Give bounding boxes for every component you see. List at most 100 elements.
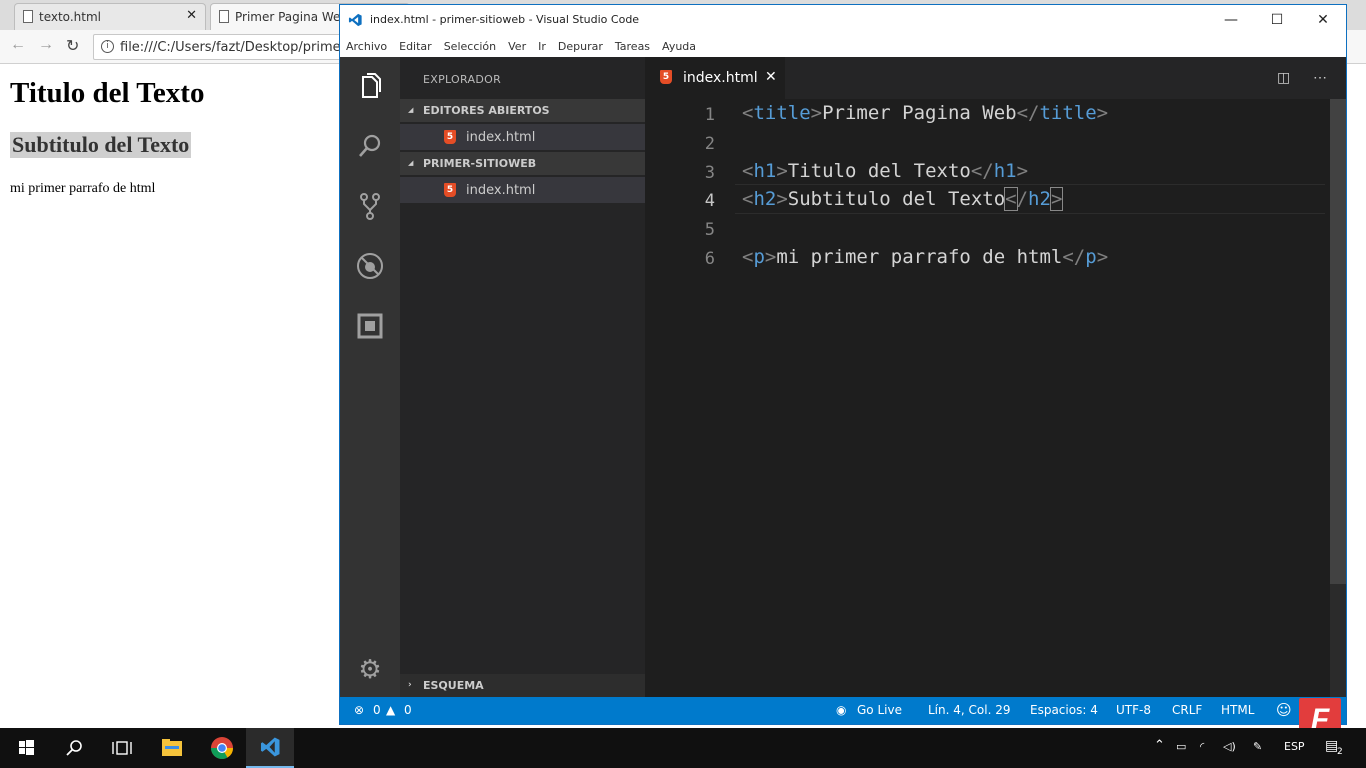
- tag-name: title: [1039, 102, 1097, 124]
- code-text: Subtitulo del Texto: [787, 188, 1006, 210]
- open-editor-index[interactable]: 5 index.html: [400, 124, 645, 150]
- editor-tab-label: index.html: [683, 70, 758, 86]
- forward-arrow-icon[interactable]: →: [38, 36, 54, 54]
- line-number: 2: [704, 134, 715, 154]
- smiley-feedback-icon[interactable]: ☺: [1276, 701, 1292, 719]
- menu-bar: Archivo Editar Selección Ver Ir Depurar …: [340, 35, 1346, 57]
- info-icon[interactable]: i: [101, 40, 114, 53]
- language-mode[interactable]: HTML: [1221, 703, 1254, 717]
- html5-file-icon: 5: [444, 183, 456, 197]
- broadcast-icon: ◉: [836, 703, 847, 717]
- code-line-3: <h1>Titulo del Texto</h1>: [742, 160, 1029, 182]
- folder-label: PRIMER-SITIOWEB: [423, 157, 537, 170]
- chevron-right-icon: ›: [408, 680, 412, 690]
- debug-icon[interactable]: [355, 251, 385, 281]
- maximize-icon[interactable]: ☐: [1262, 9, 1292, 31]
- line-number: 6: [704, 249, 715, 269]
- document-icon: [219, 10, 229, 23]
- pen-icon[interactable]: ✎: [1253, 740, 1262, 753]
- back-arrow-icon[interactable]: ←: [10, 36, 26, 54]
- page-subheading: Subtitulo del Texto: [10, 132, 192, 158]
- close-tab-icon[interactable]: ✕: [186, 8, 197, 23]
- address-text: file:///C:/Users/fazt/Desktop/primer: [120, 39, 346, 55]
- errors-icon[interactable]: ⊗: [354, 703, 364, 717]
- go-live-button[interactable]: Go Live: [857, 703, 902, 717]
- editor-area: 5 index.html ✕ ◫ ⋯ 1 2 3 4 5 6 <title>Pr…: [645, 57, 1346, 697]
- outline-label: ESQUEMA: [423, 679, 484, 692]
- more-actions-icon[interactable]: ⋯: [1313, 69, 1327, 86]
- folder-file-index[interactable]: 5 index.html: [400, 177, 645, 203]
- volume-icon[interactable]: ◁): [1223, 740, 1236, 753]
- open-editors-label: EDITORES ABIERTOS: [423, 104, 550, 117]
- battery-icon[interactable]: ▭: [1176, 740, 1186, 753]
- tag-name: p: [1085, 246, 1097, 268]
- code-line-4: <h2>Subtitulo del Texto</h2>: [742, 187, 1064, 211]
- html5-file-icon: 5: [660, 70, 672, 84]
- explorer-icon[interactable]: [355, 71, 385, 101]
- explorer-sidebar: EXPLORADOR ◢ EDITORES ABIERTOS 5 index.h…: [400, 57, 645, 697]
- folder-section[interactable]: ◢ PRIMER-SITIOWEB: [400, 152, 645, 175]
- page-heading: Titulo del Texto: [10, 77, 205, 109]
- document-icon: [23, 10, 33, 23]
- code-line-6: <p>mi primer parrafo de html</p>: [742, 246, 1109, 268]
- line-number: 1: [704, 105, 715, 125]
- code-editor[interactable]: 1 2 3 4 5 6 <title>Primer Pagina Web</ti…: [645, 99, 1330, 697]
- cursor-position[interactable]: Lín. 4, Col. 29: [928, 703, 1010, 717]
- windows-taskbar: ⌃ ▭ ◜ ◁) ✎ ESP ▤ 2: [0, 728, 1366, 768]
- editor-tab-index[interactable]: 5 index.html ✕: [645, 57, 785, 99]
- status-bar: ⊗ 0 ▲ 0 ◉ Go Live Lín. 4, Col. 29 Espaci…: [340, 697, 1346, 724]
- browser-tab-texto[interactable]: texto.html ✕: [14, 3, 206, 30]
- line-number: 3: [704, 163, 715, 183]
- errors-count[interactable]: 0: [373, 703, 381, 717]
- gear-icon[interactable]: ⚙: [355, 654, 385, 684]
- editor-scrollbar[interactable]: [1330, 99, 1346, 697]
- menu-archivo[interactable]: Archivo: [346, 40, 387, 53]
- split-editor-icon[interactable]: ◫: [1277, 69, 1290, 86]
- vscode-taskbar-icon[interactable]: [246, 728, 294, 768]
- address-bar[interactable]: i file:///C:/Users/fazt/Desktop/primer: [93, 34, 363, 60]
- menu-ir[interactable]: Ir: [538, 40, 546, 53]
- wifi-icon[interactable]: ◜: [1200, 740, 1204, 753]
- scrollbar-thumb[interactable]: [1330, 99, 1346, 584]
- source-control-icon[interactable]: [355, 191, 385, 221]
- reload-icon[interactable]: ↻: [66, 36, 79, 56]
- line-number: 4: [704, 191, 715, 211]
- file-label: index.html: [466, 129, 536, 145]
- encoding[interactable]: UTF-8: [1116, 703, 1151, 717]
- menu-ver[interactable]: Ver: [508, 40, 526, 53]
- indentation[interactable]: Espacios: 4: [1030, 703, 1098, 717]
- warnings-count[interactable]: 0: [404, 703, 412, 717]
- close-tab-icon[interactable]: ✕: [765, 69, 777, 85]
- task-view-icon[interactable]: [98, 728, 146, 768]
- windows-start-icon[interactable]: [2, 728, 50, 768]
- vscode-logo-icon: [348, 13, 362, 27]
- code-text: Titulo del Texto: [787, 160, 971, 182]
- html5-file-icon: 5: [444, 130, 456, 144]
- chevron-down-icon: ◢: [408, 159, 414, 167]
- search-icon[interactable]: [50, 728, 98, 768]
- browser-tab-label: texto.html: [39, 10, 101, 24]
- outline-section[interactable]: › ESQUEMA: [400, 674, 645, 697]
- close-window-icon[interactable]: ✕: [1308, 9, 1338, 31]
- menu-ayuda[interactable]: Ayuda: [662, 40, 696, 53]
- open-editors-section[interactable]: ◢ EDITORES ABIERTOS: [400, 99, 645, 122]
- end-of-line[interactable]: CRLF: [1172, 703, 1202, 717]
- search-icon[interactable]: [355, 131, 385, 161]
- warning-icon[interactable]: ▲: [386, 703, 395, 717]
- extensions-icon[interactable]: [355, 311, 385, 341]
- chrome-icon[interactable]: [198, 728, 246, 768]
- menu-editar[interactable]: Editar: [399, 40, 432, 53]
- code-text: mi primer parrafo de html: [776, 246, 1063, 268]
- menu-tareas[interactable]: Tareas: [615, 40, 650, 53]
- menu-seleccion[interactable]: Selección: [444, 40, 496, 53]
- chevron-up-icon[interactable]: ⌃: [1154, 738, 1165, 753]
- code-line-1: <title>Primer Pagina Web</title>: [742, 102, 1109, 124]
- tag-name: h1: [993, 160, 1017, 182]
- file-explorer-icon[interactable]: [148, 728, 196, 768]
- window-title: index.html - primer-sitioweb - Visual St…: [370, 13, 640, 26]
- minimize-icon[interactable]: —: [1216, 9, 1246, 31]
- language-indicator[interactable]: ESP: [1284, 740, 1305, 753]
- menu-depurar[interactable]: Depurar: [558, 40, 603, 53]
- file-label: index.html: [466, 182, 536, 198]
- tag-name: h2: [1028, 188, 1051, 210]
